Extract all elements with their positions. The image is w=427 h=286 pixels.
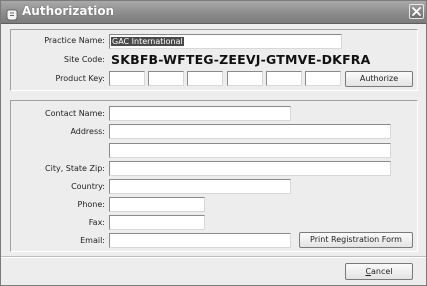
city-state-zip-input[interactable] xyxy=(109,161,391,176)
contact-panel xyxy=(10,100,418,252)
practice-name-value: GAC International xyxy=(111,37,184,46)
contact-name-input[interactable] xyxy=(109,106,291,121)
window-title: Authorization xyxy=(22,4,115,18)
close-icon xyxy=(412,7,421,16)
phone-label: Phone: xyxy=(77,200,105,209)
address-line1-input[interactable] xyxy=(109,124,391,139)
fax-input[interactable] xyxy=(109,215,205,230)
practice-name-input[interactable]: GAC International xyxy=(109,34,342,49)
product-key-segment-3[interactable] xyxy=(187,71,223,86)
product-key-segment-5[interactable] xyxy=(266,71,302,86)
email-input[interactable] xyxy=(109,233,291,248)
authorize-button[interactable]: Authorize xyxy=(345,71,413,87)
address-label: Address: xyxy=(70,127,105,136)
title-bar[interactable]: Authorization xyxy=(1,1,426,24)
contact-name-label: Contact Name: xyxy=(45,109,105,118)
site-code-label: Site Code: xyxy=(63,55,105,64)
city-state-zip-label: City, State Zip: xyxy=(45,164,105,173)
print-registration-form-button[interactable]: Print Registration Form xyxy=(299,232,413,248)
country-input[interactable] xyxy=(109,179,291,194)
product-key-segment-4[interactable] xyxy=(227,71,263,86)
product-key-label: Product Key: xyxy=(55,74,105,83)
practice-name-label: Practice Name: xyxy=(44,36,105,45)
phone-input[interactable] xyxy=(109,197,205,212)
authorization-dialog: Authorization Practice Name: GAC Interna… xyxy=(0,0,427,286)
footer-separator xyxy=(1,256,426,258)
email-label: Email: xyxy=(80,236,105,245)
site-code-value: SKBFB-WFTEG-ZEEVJ-GTMVE-DKFRA xyxy=(111,52,371,67)
address-line2-input[interactable] xyxy=(109,143,391,158)
close-button[interactable] xyxy=(409,4,424,19)
cancel-button[interactable]: Cancel xyxy=(345,263,413,280)
country-label: Country: xyxy=(71,182,105,191)
product-key-segment-2[interactable] xyxy=(148,71,184,86)
cancel-label: ancel xyxy=(371,267,393,276)
product-key-segment-6[interactable] xyxy=(305,71,341,86)
product-key-segment-1[interactable] xyxy=(109,71,145,86)
app-icon xyxy=(6,6,18,21)
fax-label: Fax: xyxy=(88,218,105,227)
